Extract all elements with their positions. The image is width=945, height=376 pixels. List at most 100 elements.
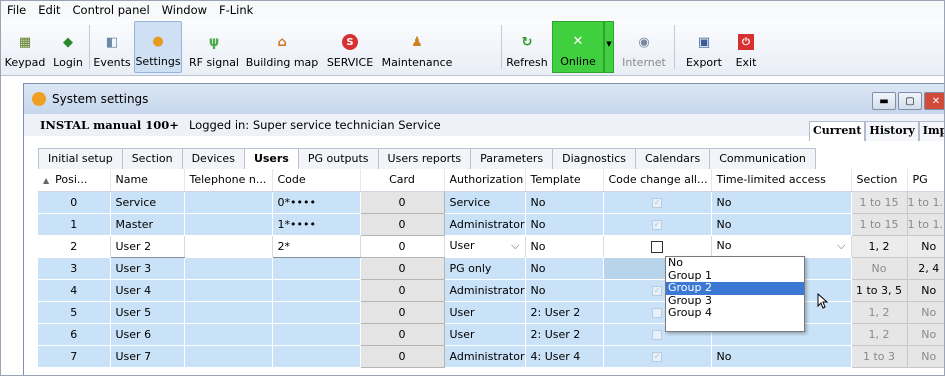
section-cell[interactable]: 1 to 3 — [850, 344, 908, 368]
menu-window[interactable]: Window — [162, 3, 207, 17]
tab-history[interactable]: History — [865, 121, 919, 141]
template-cell[interactable]: No — [525, 213, 604, 236]
telephone-cell[interactable] — [184, 323, 273, 346]
authorization-cell[interactable]: User — [444, 301, 526, 324]
internet-button[interactable]: ◉ Internet — [618, 21, 670, 73]
keypad-button[interactable]: ▦ Keypad — [3, 21, 47, 73]
pg-cell[interactable]: 2, 4 — [906, 256, 944, 280]
section-cell[interactable]: 1 to 3, 5 — [850, 278, 908, 302]
card-cell[interactable]: 0 — [359, 212, 445, 236]
section-cell[interactable]: 1 to 15 — [850, 190, 908, 214]
name-cell[interactable]: User 6 — [110, 323, 185, 346]
column-header-pg[interactable]: PG — [907, 169, 944, 192]
tab-import[interactable]: Impor — [918, 121, 944, 141]
authorization-cell[interactable]: User — [444, 323, 526, 346]
pg-cell[interactable]: No — [906, 234, 944, 258]
column-header-position[interactable]: ▲ Posi... — [38, 169, 111, 192]
pg-cell[interactable]: No — [906, 322, 944, 346]
template-cell[interactable]: No — [525, 257, 604, 280]
column-header-card[interactable]: Card — [360, 169, 445, 192]
time-limited-access-cell[interactable]: No — [711, 345, 852, 368]
template-cell[interactable]: No — [525, 191, 604, 214]
code-cell[interactable] — [272, 345, 361, 368]
telephone-cell[interactable] — [184, 279, 273, 302]
table-row[interactable]: 4 User 4 0 Administrator No ✓ 1 to 3, 5 … — [38, 278, 944, 302]
name-cell[interactable]: User 7 — [110, 345, 185, 368]
table-row[interactable]: 3 User 3 0 PG only No No 2, 4 — [38, 256, 944, 280]
menu-f-link[interactable]: F-Link — [219, 3, 253, 17]
column-header-authorization[interactable]: Authorization — [444, 169, 526, 192]
menu-control-panel[interactable]: Control panel — [73, 3, 150, 17]
login-button[interactable]: ◆ Login — [49, 21, 87, 73]
code-change-checkbox[interactable] — [603, 235, 712, 258]
telephone-input[interactable] — [184, 235, 273, 258]
card-cell[interactable]: 0 — [359, 190, 445, 214]
table-row[interactable]: 1 Master 1*•••• 0 Administrator No ✓ No … — [38, 212, 944, 236]
code-cell[interactable] — [272, 301, 361, 324]
name-cell[interactable]: User 3 — [110, 257, 185, 280]
telephone-cell[interactable] — [184, 213, 273, 236]
pg-cell[interactable]: No — [906, 300, 944, 324]
column-header-code[interactable]: Code — [272, 169, 361, 192]
time-limited-access-cell[interactable]: No — [711, 191, 852, 214]
code-change-cell[interactable]: ✓ — [603, 213, 712, 236]
table-row-selected[interactable]: 2 User 2 2* 0 User ⌵ No No ⌵ 1, 2 No — [38, 234, 944, 258]
tab-diagnostics[interactable]: Diagnostics — [552, 148, 636, 169]
checkbox-unchecked[interactable] — [651, 240, 663, 253]
column-header-template[interactable]: Template — [525, 169, 604, 192]
building-map-button[interactable]: ⌂ Building map — [245, 21, 319, 73]
template-cell[interactable]: No — [525, 279, 604, 302]
code-input[interactable]: 2* — [271, 234, 361, 258]
name-cell[interactable]: User 4 — [110, 279, 185, 302]
section-cell[interactable]: 1, 2 — [850, 234, 908, 258]
menu-file[interactable]: File — [7, 3, 26, 17]
tab-calendars[interactable]: Calendars — [634, 148, 711, 169]
pg-cell[interactable]: 1 to 1... — [906, 212, 944, 236]
authorization-cell[interactable]: Administrator — [444, 279, 526, 302]
code-cell[interactable] — [272, 257, 361, 280]
dropdown-option-highlighted[interactable]: Group 2 — [666, 282, 804, 295]
close-button[interactable]: ✕ — [924, 92, 944, 110]
authorization-cell[interactable]: Service — [444, 191, 526, 214]
column-header-name[interactable]: Name — [110, 169, 185, 192]
section-cell[interactable]: 1 to 15 — [850, 212, 908, 236]
telephone-cell[interactable] — [184, 191, 273, 214]
template-cell[interactable]: 4: User 4 — [525, 345, 604, 368]
service-button[interactable]: S SERVICE — [321, 21, 379, 73]
online-dropdown-arrow[interactable]: ▼ — [604, 21, 614, 73]
tab-communication[interactable]: Communication — [709, 148, 816, 169]
dropdown-option[interactable]: Group 4 — [666, 307, 804, 320]
settings-button[interactable]: ● Settings — [134, 21, 182, 73]
section-cell[interactable]: No — [850, 256, 908, 280]
section-cell[interactable]: 1, 2 — [850, 300, 908, 324]
code-cell[interactable]: 0*•••• — [272, 191, 361, 214]
dropdown-option[interactable]: No — [666, 256, 804, 270]
column-header-code-change[interactable]: Code change all... — [603, 169, 712, 192]
pg-cell[interactable]: 1 to 1... — [906, 190, 944, 214]
tab-users-reports[interactable]: Users reports — [377, 148, 472, 169]
export-button[interactable]: ▣ Export — [681, 21, 727, 73]
maintenance-button[interactable]: ♟ Maintenance — [381, 21, 453, 73]
code-change-cell[interactable]: ✓ — [603, 191, 712, 214]
card-cell[interactable]: 0 — [359, 344, 445, 368]
column-header-section[interactable]: Section — [851, 169, 908, 192]
template-cell[interactable]: No — [525, 235, 604, 258]
code-cell[interactable] — [272, 323, 361, 346]
tab-pg-outputs[interactable]: PG outputs — [297, 148, 379, 169]
refresh-button[interactable]: ↻ Refresh — [506, 21, 548, 73]
name-input[interactable]: User 2 — [109, 234, 185, 258]
authorization-cell[interactable]: Administrator — [444, 345, 526, 368]
name-cell[interactable]: User 5 — [110, 301, 185, 324]
exit-button[interactable]: ⏻ Exit — [731, 21, 761, 73]
online-button[interactable]: ✕ Online — [552, 21, 604, 73]
telephone-cell[interactable] — [184, 301, 273, 324]
tab-users[interactable]: Users — [243, 148, 299, 170]
time-limited-access-cell[interactable]: No — [711, 213, 852, 236]
maximize-button[interactable]: ▢ — [898, 92, 922, 110]
card-cell[interactable]: 0 — [359, 234, 445, 258]
authorization-cell[interactable]: Administrator — [444, 213, 526, 236]
tab-parameters[interactable]: Parameters — [470, 148, 554, 169]
tab-current[interactable]: Current — [809, 121, 866, 141]
time-limited-access-select[interactable]: No ⌵ — [711, 235, 852, 258]
code-cell[interactable]: 1*•••• — [272, 213, 361, 236]
